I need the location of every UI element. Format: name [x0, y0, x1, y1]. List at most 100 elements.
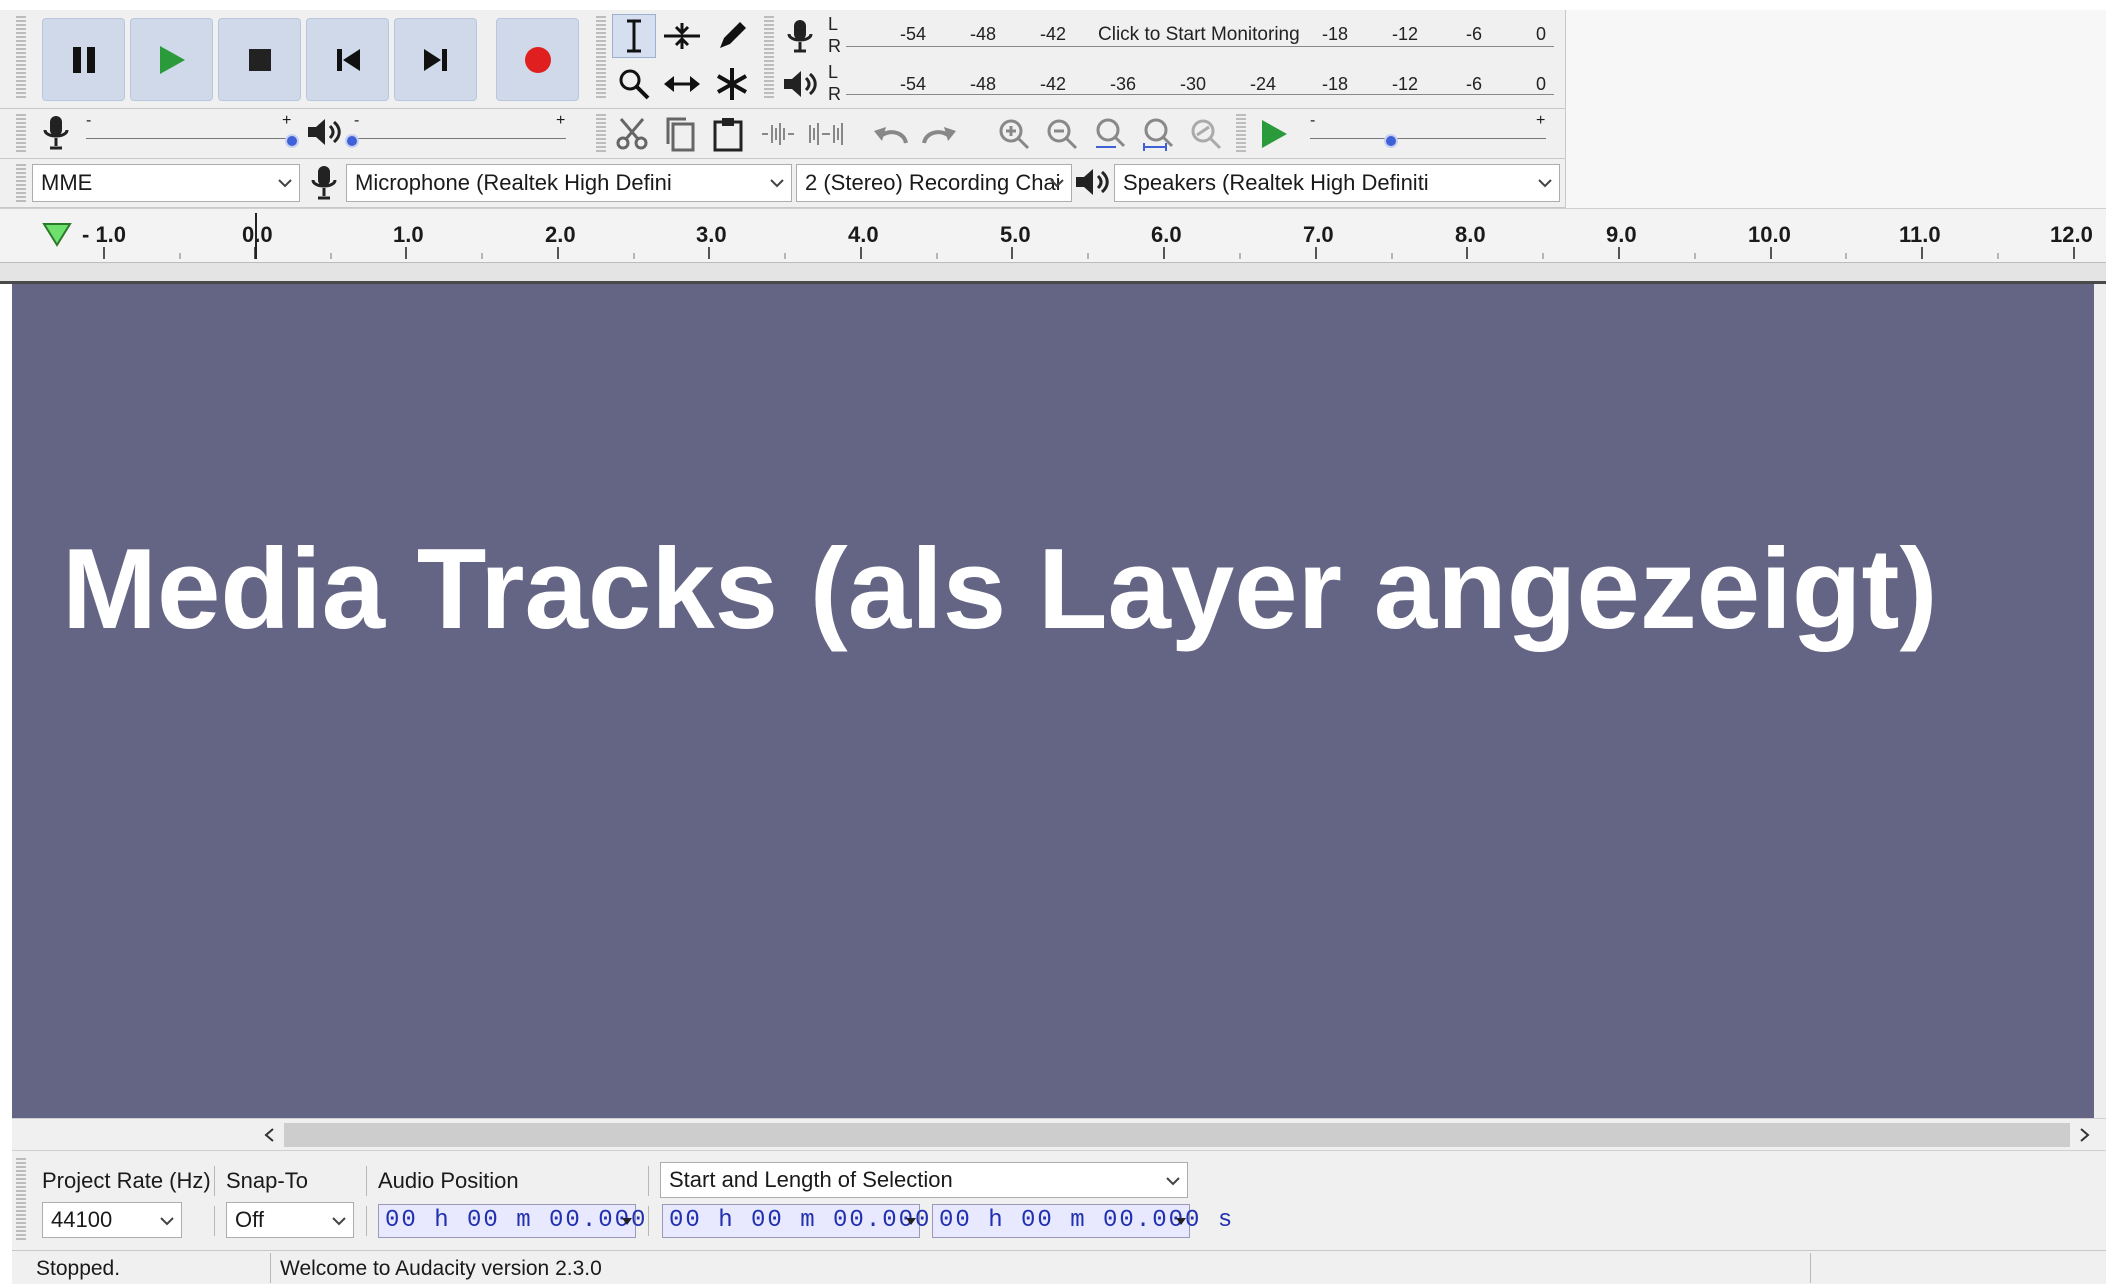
audio-position-label: Audio Position	[378, 1168, 519, 1193]
chevron-down-icon	[1166, 1177, 1180, 1186]
playback-meter-tick: -48	[970, 74, 997, 94]
zoom-out-button[interactable]	[1040, 112, 1084, 156]
zoom-in-icon	[999, 119, 1030, 150]
snap-to-label: Snap-To	[226, 1168, 308, 1193]
envelope-tool-button[interactable]	[660, 14, 704, 58]
horizontal-scrollbar[interactable]	[12, 1118, 2106, 1150]
ruler-tick-label: 6.0	[1151, 222, 1182, 247]
toolbar-separator	[366, 1206, 367, 1236]
play-button[interactable]	[130, 18, 213, 101]
silence-audio-button[interactable]	[804, 112, 848, 156]
trim-audio-button[interactable]	[756, 112, 800, 156]
record-meter-button[interactable]	[778, 14, 822, 58]
zoom-toggle-icon	[1191, 119, 1222, 150]
selection-length-field[interactable]: 00 h 00 m 00.000 s	[932, 1204, 1232, 1238]
selection-mode-select[interactable]: Start and Length of Selection	[660, 1162, 1188, 1198]
record-volume-slider[interactable]: - +	[80, 112, 302, 152]
click-to-start-monitoring[interactable]: Click to Start Monitoring	[1098, 24, 1300, 46]
project-rate-value: 44100	[51, 1207, 113, 1232]
snap-to-select[interactable]: Off	[226, 1202, 354, 1238]
scroll-thumb[interactable]	[284, 1123, 2070, 1147]
zoom-toggle-button[interactable]	[1184, 112, 1228, 156]
speaker-icon	[308, 119, 341, 145]
vertical-scrollbar[interactable]	[2094, 284, 2106, 1118]
redo-icon	[922, 127, 956, 144]
caret-down-icon[interactable]	[1175, 1215, 1187, 1227]
selection-tool-button[interactable]	[612, 14, 656, 58]
snap-to-value: Off	[235, 1207, 264, 1232]
record-meter[interactable]: -54 -48 -42 Click to Start Monitoring -1…	[846, 12, 1556, 56]
toolbar-grip[interactable]	[1236, 114, 1246, 152]
channel-right-label: R	[828, 84, 841, 104]
play-at-speed-button[interactable]	[1252, 112, 1296, 156]
playback-meter-button[interactable]	[778, 62, 822, 106]
slider-min-label: -	[86, 112, 92, 129]
redo-button[interactable]	[918, 112, 962, 156]
paste-button[interactable]	[706, 112, 750, 156]
selection-start-field[interactable]: 00 h 00 m 00.000 s	[662, 1204, 962, 1238]
timeline-options-triangle-icon[interactable]	[42, 221, 72, 247]
draw-tool-button[interactable]	[710, 14, 754, 58]
playback-device-select[interactable]: Speakers (Realtek High Definiti	[1114, 164, 1560, 202]
channel-left-label: L	[828, 62, 839, 82]
toolbar-grip[interactable]	[16, 114, 26, 152]
fit-selection-button[interactable]	[1088, 112, 1132, 156]
chevron-down-icon	[1050, 179, 1064, 188]
toolbar-grip[interactable]	[16, 164, 26, 202]
project-rate-select[interactable]: 44100	[42, 1202, 182, 1238]
playback-volume-slider[interactable]: - +	[345, 112, 574, 152]
pause-icon	[72, 46, 95, 73]
pause-button[interactable]	[42, 18, 125, 101]
toolbar-grip[interactable]	[16, 1158, 26, 1242]
playback-speed-slider[interactable]: - +	[1304, 112, 1554, 152]
slider-thumb[interactable]	[345, 134, 359, 148]
trim-icon	[762, 123, 794, 145]
recording-device-select[interactable]: Microphone (Realtek High Defini	[346, 164, 792, 202]
record-meter-tick: 0	[1536, 24, 1547, 44]
timeline-ruler[interactable]: - 1.0 0.0 1.0 2.0 3.0 4.0 5.0 6.0 7.0 8.…	[0, 208, 2106, 262]
playback-meter[interactable]: -54 -48 -42 -36 -30 -24 -18 -12 -6 0	[846, 60, 1556, 104]
playhead-marker[interactable]	[255, 213, 257, 259]
caret-down-icon[interactable]	[905, 1215, 917, 1227]
toolbar-grip[interactable]	[764, 16, 774, 100]
recording-device-value: Microphone (Realtek High Defini	[355, 170, 672, 195]
toolbar-grip[interactable]	[596, 114, 606, 152]
recording-channels-select[interactable]: 2 (Stereo) Recording Chai	[796, 164, 1072, 202]
multi-tool-button[interactable]	[710, 62, 754, 106]
fit-project-button[interactable]	[1136, 112, 1180, 156]
record-button[interactable]	[496, 18, 579, 101]
selection-mode-value: Start and Length of Selection	[669, 1167, 953, 1192]
ruler-tick-label: 4.0	[848, 222, 879, 247]
toolbar-grip[interactable]	[596, 16, 606, 100]
cut-button[interactable]	[610, 112, 654, 156]
zoom-in-button[interactable]	[992, 112, 1036, 156]
track-panel[interactable]: Media Tracks (als Layer angezeigt)	[12, 284, 2094, 1118]
skip-to-end-button[interactable]	[394, 18, 477, 101]
scroll-right-icon[interactable]	[2076, 1127, 2092, 1143]
record-meter-tick: -12	[1392, 24, 1419, 44]
undo-button[interactable]	[868, 112, 912, 156]
play-icon	[159, 45, 185, 74]
playback-meter-tick: -54	[900, 74, 927, 94]
ruler-divider	[0, 262, 2106, 284]
stop-button[interactable]	[218, 18, 301, 101]
caret-down-icon[interactable]	[621, 1215, 633, 1227]
audio-position-field[interactable]: 00 h 00 m 00.000 s	[378, 1204, 678, 1238]
slider-thumb[interactable]	[285, 134, 299, 148]
toolbar-separator	[214, 1206, 215, 1236]
silence-icon	[809, 123, 843, 145]
zoom-tool-button[interactable]	[612, 62, 656, 106]
scissors-icon	[616, 118, 648, 150]
slider-thumb[interactable]	[1383, 134, 1398, 148]
toolbar-grip[interactable]	[16, 16, 26, 100]
audio-host-select[interactable]: MME	[32, 164, 300, 202]
ruler-tick-label: 9.0	[1606, 222, 1637, 247]
skip-to-start-button[interactable]	[306, 18, 389, 101]
microphone-icon	[311, 166, 337, 200]
scroll-left-icon[interactable]	[262, 1127, 278, 1143]
copy-button[interactable]	[658, 112, 702, 156]
ruler-tick-label: 7.0	[1303, 222, 1334, 247]
slider-track	[354, 138, 566, 139]
time-shift-tool-button[interactable]	[660, 62, 704, 106]
top-strip	[0, 0, 2106, 10]
